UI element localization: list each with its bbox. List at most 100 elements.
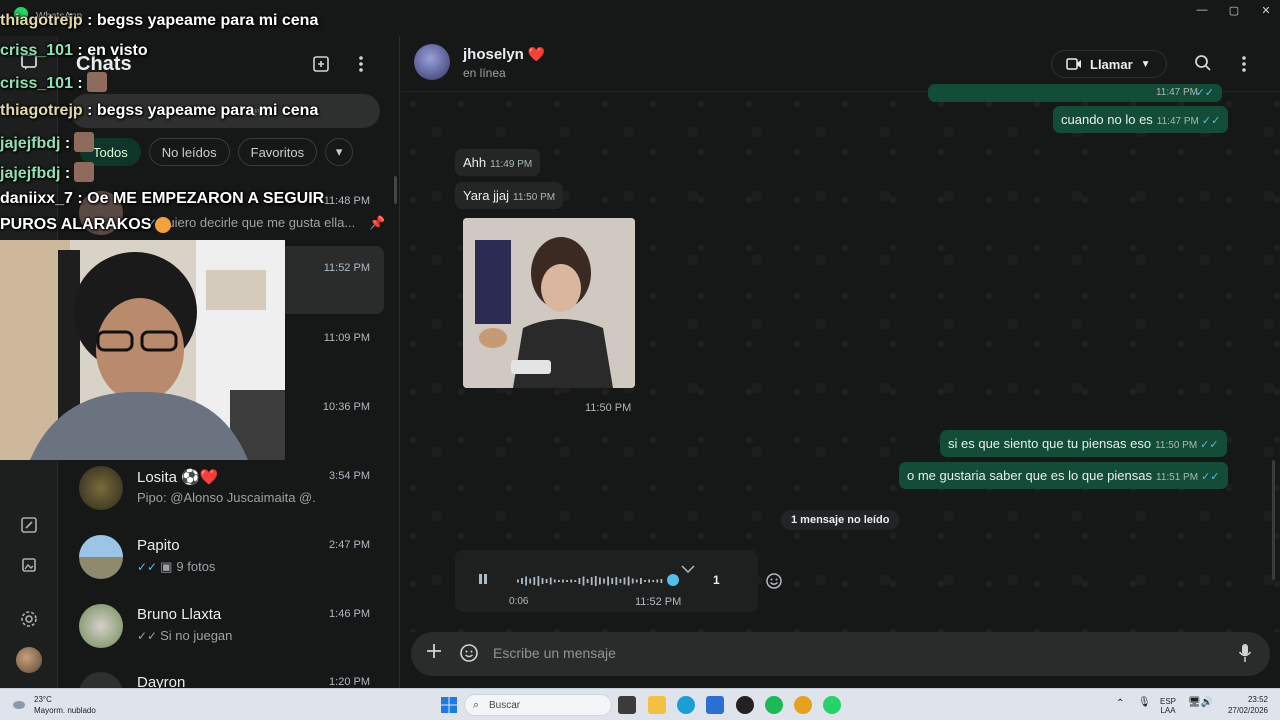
chatlist-scrollbar[interactable] (394, 176, 397, 204)
conversation-menu-icon[interactable] (1239, 54, 1249, 79)
chrome-icon[interactable] (794, 696, 812, 714)
profile-avatar[interactable] (16, 647, 42, 673)
microphone-icon[interactable] (1238, 643, 1252, 668)
tray-mic-icon[interactable]: 🎙 (1138, 698, 1151, 708)
search-icon[interactable] (1194, 54, 1212, 77)
waveform-bar (553, 579, 556, 583)
chat-name: Dayron (137, 674, 186, 688)
conversation-panel: jhoselyn ❤️ en línea Llamar ▼ 11:47 PM ✓✓… (401, 36, 1280, 688)
obs-icon[interactable] (736, 696, 754, 714)
pause-icon[interactable] (477, 572, 489, 590)
audio-waveform[interactable] (517, 574, 667, 588)
photo-thumbnail (463, 218, 635, 388)
message-bubble-out[interactable]: cuando no lo es 11:47 PM ✓✓ (1053, 106, 1229, 133)
message-input[interactable]: Escribe un mensaje (493, 645, 616, 661)
waveform-bar (578, 578, 581, 584)
message-bubble-in[interactable]: Ahh 11:49 PM (455, 149, 541, 176)
waveform-bar (590, 577, 593, 585)
new-chat-icon[interactable] (311, 54, 331, 79)
chat-row[interactable]: 11:48 PM ✓✓ quiero decirle que me gusta e… (58, 179, 399, 247)
waveform-bar (533, 577, 536, 585)
tray-chevron-up-icon[interactable]: ⌃ (1116, 699, 1124, 709)
chatlist-menu-icon[interactable] (356, 54, 366, 79)
waveform-bar (648, 579, 650, 583)
minimize-button[interactable]: — (1192, 4, 1212, 16)
call-button[interactable]: Llamar ▼ (1051, 50, 1167, 78)
chat-time: 11:48 PM (323, 195, 370, 207)
message-composer[interactable]: Escribe un mensaje (411, 632, 1270, 676)
communities-icon[interactable] (18, 514, 40, 536)
waveform-bar (549, 577, 552, 585)
voice-note-player[interactable]: 1 0:06 11:52 PM (455, 550, 758, 612)
read-ticks-icon: ✓✓ (137, 216, 158, 230)
language-indicator[interactable]: ESP LAA (1160, 697, 1176, 715)
call-chevron-down-icon: ▼ (1140, 58, 1151, 70)
windows-start-icon[interactable] (440, 696, 458, 714)
chat-name: Losita ⚽❤️ (137, 469, 219, 486)
filter-more-chevron-icon[interactable]: ▾ (325, 138, 354, 166)
chat-name: Papito (137, 537, 180, 554)
task-view-icon[interactable] (618, 696, 636, 714)
message-bubble-out[interactable]: 11:47 PM ✓✓ (928, 84, 1222, 102)
taskbar-search-input[interactable]: ⌕ Buscar (464, 694, 612, 716)
chat-preview: Pipo: @Alonso Juscaimaita @. (137, 490, 316, 505)
maximize-button[interactable]: ▢ (1224, 4, 1244, 17)
waveform-bar (656, 579, 659, 583)
avatar (79, 191, 123, 235)
file-explorer-icon[interactable] (648, 696, 666, 714)
avatar (79, 604, 123, 648)
contact-name[interactable]: jhoselyn ❤️ (463, 46, 545, 63)
close-button[interactable]: ✕ (1256, 4, 1276, 17)
playback-speed-button[interactable]: 1 (713, 573, 720, 587)
message-bubble-out[interactable]: o me gustaria saber que es lo que piensa… (899, 462, 1228, 489)
store-icon[interactable] (706, 696, 724, 714)
waveform-bar (537, 576, 540, 586)
filter-no-leidos[interactable]: No leídos (148, 138, 230, 166)
waveform-bar (603, 578, 605, 584)
message-bubble-out[interactable]: si es que siento que tu piensas eso 11:50… (940, 430, 1227, 457)
message-text: o me gustaria saber que es lo que piensa… (907, 468, 1152, 483)
chat-time: 10:36 PM (322, 401, 370, 413)
waveform-bar (660, 579, 663, 583)
read-ticks-icon: ✓✓ (137, 560, 158, 574)
chat-row[interactable]: Dayron 1:20 PM (58, 660, 399, 688)
spotify-icon[interactable] (765, 696, 783, 714)
message-text: Ahh (463, 155, 487, 170)
waveform-bar (615, 577, 618, 585)
chevron-down-icon[interactable] (681, 560, 695, 578)
video-call-icon (1066, 58, 1081, 70)
sticker-emoji-icon[interactable] (459, 643, 479, 668)
waveform-bar (599, 577, 601, 585)
waveform-bar (623, 577, 626, 585)
chat-row[interactable]: Losita ⚽❤️ 3:54 PM Pipo: @Alonso Juscaim… (58, 454, 399, 522)
waveform-bar (594, 576, 597, 586)
image-message[interactable] (463, 218, 635, 388)
waveform-bar (644, 580, 646, 582)
contact-status: en línea (463, 66, 506, 80)
emoji-react-icon[interactable] (765, 572, 783, 595)
audio-progress-handle[interactable] (667, 574, 679, 586)
system-clock[interactable]: 23:52 27/02/2026 (1228, 694, 1268, 716)
whatsapp-logo-icon (14, 7, 28, 21)
search-input[interactable]: evo (70, 94, 380, 128)
settings-gear-icon[interactable] (18, 608, 40, 630)
waveform-bar (517, 579, 519, 583)
message-time: 11:51 PM (1156, 472, 1199, 483)
attach-plus-icon[interactable] (425, 642, 443, 665)
contact-avatar[interactable] (414, 44, 450, 80)
chats-icon[interactable] (18, 51, 40, 73)
waveform-bar (627, 576, 630, 586)
unread-divider: 1 mensaje no leído (781, 510, 900, 530)
filter-todos[interactable]: Todos (80, 138, 141, 166)
edge-browser-icon[interactable] (677, 696, 695, 714)
message-bubble-in[interactable]: Yara jjaj 11:50 PM (455, 182, 564, 209)
chat-preview: ✓✓ Si no juegan (137, 628, 233, 643)
media-icon[interactable] (18, 554, 40, 576)
filter-chips: Todos No leídos Favoritos ▾ (80, 138, 354, 166)
filter-favoritos[interactable]: Favoritos (237, 138, 318, 166)
network-volume-icon[interactable]: 🖥🔊 (1188, 698, 1213, 708)
chat-row[interactable]: Bruno Llaxta 1:46 PM ✓✓ Si no juegan (58, 592, 399, 660)
conversation-scrollbar[interactable] (1272, 460, 1275, 580)
whatsapp-taskbar-icon[interactable] (823, 696, 841, 714)
chat-row[interactable]: Papito 2:47 PM ✓✓ ▣ 9 fotos (58, 523, 399, 591)
